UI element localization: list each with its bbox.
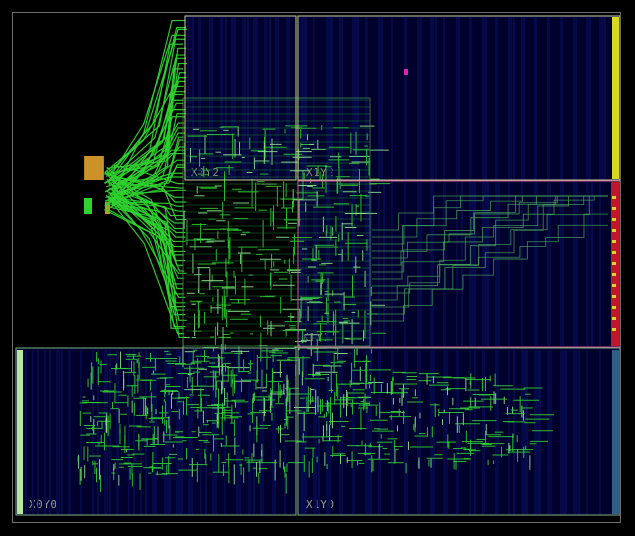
fabric-column xyxy=(300,17,305,180)
fabric-column xyxy=(521,350,526,514)
fabric-column xyxy=(534,17,537,180)
io-pin-marker xyxy=(612,317,616,320)
io-pin-marker xyxy=(612,218,616,221)
io-bank-teal xyxy=(612,350,619,514)
control-net xyxy=(372,195,608,259)
fabric-column xyxy=(224,350,226,514)
fabric-column xyxy=(187,17,189,180)
fabric-column xyxy=(128,350,130,514)
fabric-column xyxy=(547,182,551,346)
placed-logic-routing xyxy=(77,97,608,494)
fabric-column xyxy=(599,182,601,346)
fabric-column xyxy=(404,182,406,346)
fabric-column xyxy=(573,182,578,346)
fabric-column xyxy=(80,350,82,514)
io-pin-marker xyxy=(612,284,616,287)
fabric-column xyxy=(339,17,343,180)
io-pin-marker xyxy=(612,262,616,265)
fabric-column xyxy=(68,350,71,514)
fabric-column xyxy=(560,182,564,346)
fabric-column xyxy=(391,17,393,180)
fabric-column xyxy=(508,350,510,514)
fabric-column xyxy=(32,350,34,514)
fabric-column xyxy=(599,17,604,180)
fabric-column xyxy=(378,350,381,514)
fabric-column xyxy=(236,350,241,514)
fabric-column xyxy=(521,182,523,346)
fabric-column xyxy=(534,350,539,514)
fabric-column xyxy=(443,17,445,180)
fabric-column xyxy=(469,17,472,180)
io-pad-green xyxy=(84,198,92,214)
fabric-column xyxy=(339,350,343,514)
placed-cell-marker xyxy=(404,69,408,75)
fabric-column xyxy=(404,17,407,180)
device-canvas[interactable]: X0Y2 X1Y2 X1Y1 X0Y0 X1Y0 xyxy=(0,0,635,536)
fabric-column xyxy=(586,17,591,180)
io-pin-marker xyxy=(612,328,616,331)
io-fanout-routing xyxy=(84,19,187,339)
fabric-column xyxy=(253,17,258,180)
fabric-column xyxy=(443,350,448,514)
fabric-column xyxy=(365,182,370,346)
fabric-column xyxy=(482,350,485,514)
fabric-column xyxy=(275,17,279,180)
fabric-column xyxy=(560,17,563,180)
fabric-column xyxy=(586,350,588,514)
fabric-column xyxy=(339,182,343,346)
io-bank-yellow xyxy=(612,17,619,179)
fanout-net xyxy=(112,72,187,181)
fabric-column xyxy=(391,350,394,514)
fabric-column xyxy=(326,17,331,180)
fabric-column xyxy=(417,182,422,346)
fabric-column xyxy=(209,17,213,180)
io-pin-marker xyxy=(612,295,616,298)
fabric-column xyxy=(116,350,119,514)
control-net xyxy=(372,195,608,273)
io-pin-marker xyxy=(612,207,616,210)
io-bank-lightgreen xyxy=(17,350,23,514)
fabric-column xyxy=(404,350,408,514)
io-pin-marker xyxy=(612,240,616,243)
fabric-column xyxy=(417,17,422,180)
io-pin-marker xyxy=(612,229,616,232)
fabric-column xyxy=(547,350,552,514)
io-pin-marker xyxy=(612,306,616,309)
fabric-column xyxy=(352,350,355,514)
fabric-column xyxy=(352,17,357,180)
fabric-column xyxy=(534,182,538,346)
fabric-column xyxy=(482,182,487,346)
fabric-column xyxy=(521,17,525,180)
fabric-column xyxy=(573,17,577,180)
io-pin-marker xyxy=(612,273,616,276)
fabric-column xyxy=(508,17,512,180)
fabric-column xyxy=(599,350,601,514)
fabric-column xyxy=(482,17,487,180)
fabric-column xyxy=(286,17,290,180)
fabric-column xyxy=(547,17,550,180)
fabric-column xyxy=(586,182,589,346)
fabric-column xyxy=(456,17,460,180)
fabric-column xyxy=(313,17,315,180)
routing-overlay xyxy=(15,15,621,516)
fabric-column xyxy=(495,17,498,180)
fabric-column xyxy=(242,17,246,180)
fabric-column xyxy=(56,350,60,514)
control-net xyxy=(372,195,608,287)
fabric-column xyxy=(378,17,383,180)
control-net xyxy=(372,195,608,238)
io-pin-marker xyxy=(612,196,616,199)
fabric-column xyxy=(220,17,223,180)
fabric-column xyxy=(560,350,565,514)
fabric-column xyxy=(417,350,421,514)
fabric-column xyxy=(44,350,46,514)
fabric-column xyxy=(248,350,251,514)
io-pin-marker xyxy=(612,251,616,254)
fabric-column xyxy=(495,182,500,346)
misc-markers xyxy=(404,69,408,75)
fabric-column xyxy=(573,350,577,514)
fabric-column xyxy=(430,17,434,180)
